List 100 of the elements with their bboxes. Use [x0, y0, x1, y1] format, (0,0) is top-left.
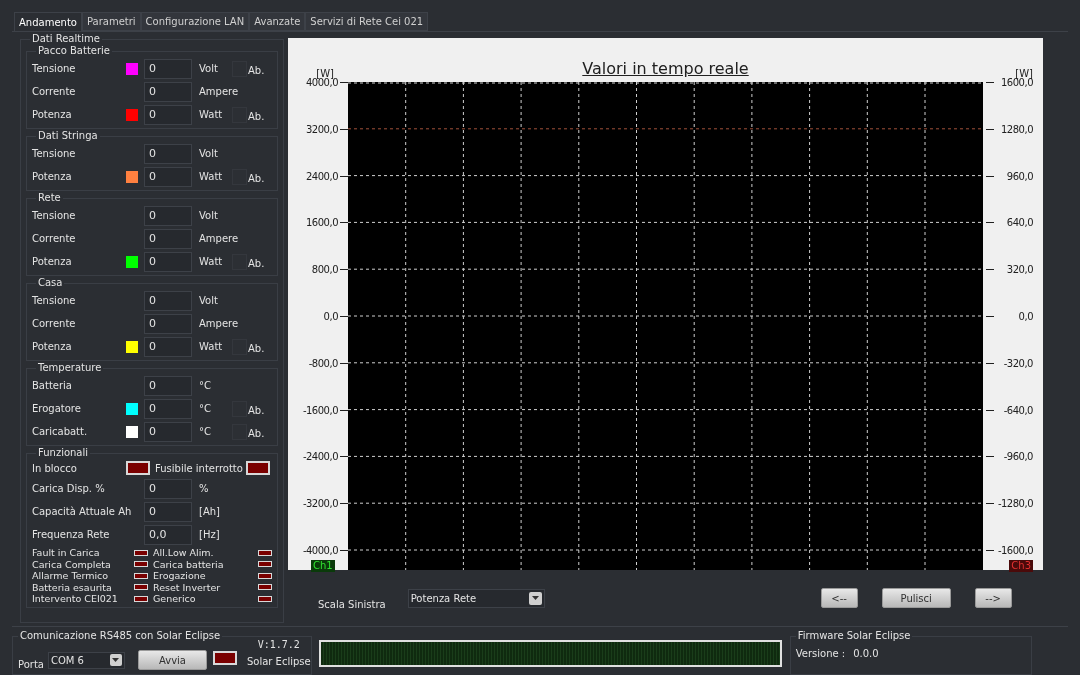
group-title: Firmware Solar Eclipse — [796, 630, 912, 642]
unit-label: °C — [199, 425, 212, 439]
indicator-label: In blocco — [32, 461, 78, 476]
value-field[interactable]: 0 — [144, 501, 192, 522]
tab[interactable]: Avanzate — [249, 12, 306, 31]
indicator-label: Fusibile interrotto — [155, 461, 243, 476]
channel-label: Ch1 — [311, 560, 335, 572]
firmware-label: Versione : — [795, 647, 846, 661]
alarm-label: Intervento CEI021 — [32, 593, 118, 605]
row-label: Potenza — [32, 255, 73, 269]
value-field[interactable]: 0 — [144, 228, 192, 249]
alarm-label: Carica Completa — [32, 558, 111, 570]
alarm-label: Batteria esaurita — [32, 581, 112, 593]
unit-label: % — [199, 482, 209, 496]
row-label: Caricabatt. — [32, 425, 89, 439]
group-title: Dati Realtime — [31, 33, 101, 45]
unit-label: Ampere — [199, 317, 239, 331]
value-field[interactable]: 0 — [144, 104, 192, 125]
value-field[interactable]: 0 — [144, 478, 192, 499]
row-label: Carica Disp. % — [32, 482, 106, 496]
group-title: Temperature — [37, 362, 103, 374]
unit-label: [Hz] — [199, 528, 220, 542]
checkbox-label: Ab. — [248, 110, 265, 124]
unit-label: Volt — [199, 294, 219, 308]
tick-label: -320,0 — [1003, 356, 1033, 371]
checkbox-label: Ab. — [248, 427, 265, 441]
value-field[interactable]: 0 — [144, 421, 192, 442]
row-label: Tensione — [32, 147, 77, 161]
value-field[interactable]: 0 — [144, 313, 192, 334]
chart-title: Valori in tempo reale — [582, 58, 749, 80]
nav-button[interactable]: <-- — [820, 588, 858, 608]
checkbox-label: Ab. — [248, 404, 265, 418]
tab[interactable]: Configurazione LAN — [140, 12, 250, 31]
scale-dropdown[interactable]: Potenza Rete — [407, 588, 545, 608]
tick-label: 0,0 — [1018, 310, 1033, 324]
value-field[interactable]: 0 — [144, 143, 192, 164]
checkbox-label: Ab. — [248, 257, 265, 271]
unit-label: Watt — [199, 108, 224, 122]
value-field[interactable]: 0 — [144, 290, 192, 311]
unit-label: Volt — [199, 209, 219, 223]
group-title: Comunicazione RS485 con Solar Eclipse — [19, 630, 222, 642]
tick-label: 800,0 — [311, 263, 338, 278]
value-field[interactable]: 0 — [144, 166, 192, 187]
row-label: Erogatore — [32, 402, 82, 416]
scale-label: Scala Sinistra — [318, 597, 386, 612]
checkbox-label: Ab. — [248, 64, 265, 78]
row-label: Tensione — [32, 294, 77, 308]
row-label: Corrente — [32, 232, 77, 246]
unit-label: Volt — [199, 147, 219, 161]
tick-label: -960,0 — [1003, 450, 1033, 465]
port-label: Porta — [18, 657, 44, 672]
row-label: Potenza — [32, 108, 73, 122]
value-field[interactable]: 0 — [144, 375, 192, 396]
unit-label: [Ah] — [199, 505, 220, 519]
alarm-label: Generico — [153, 593, 196, 605]
row-label: Corrente — [32, 85, 77, 99]
port-dropdown[interactable]: COM 6 — [47, 651, 125, 669]
row-label: Corrente — [32, 317, 77, 331]
tab[interactable]: Andamento — [14, 12, 82, 31]
tick-label: -1600,0 — [302, 403, 338, 418]
row-label: Frequenza Rete — [32, 528, 111, 542]
tab[interactable]: Parametri — [81, 12, 141, 31]
row-label: Potenza — [32, 340, 73, 354]
alarm-label: Reset Inverter — [153, 581, 221, 593]
value-field[interactable]: 0 — [144, 205, 192, 226]
value-field[interactable]: 0 — [144, 251, 192, 272]
value-field[interactable]: 0 — [144, 81, 192, 102]
version-label: V:1.7.2 — [257, 638, 300, 652]
alarm-label: Carica batteria — [153, 558, 224, 570]
tick-label: 2400,0 — [306, 169, 338, 184]
row-label: Batteria — [32, 379, 73, 393]
unit-label: Watt — [199, 170, 224, 184]
checkbox-label: Ab. — [248, 342, 265, 356]
value-field[interactable]: 0 — [144, 336, 192, 357]
tick-label: -1600,0 — [997, 544, 1033, 558]
nav-button[interactable]: --> — [974, 588, 1012, 608]
checkbox-label: Ab. — [248, 172, 265, 186]
value-field[interactable]: 0 — [144, 58, 192, 79]
unit-label: Watt — [199, 255, 224, 269]
tab[interactable]: Servizi di Rete Cei 021 — [305, 12, 429, 31]
caret-icon — [528, 591, 542, 605]
group-title: Dati Stringa — [37, 130, 99, 142]
tick-label: -3200,0 — [302, 497, 338, 512]
caret-icon — [109, 654, 122, 666]
tick-label: 1600,0 — [306, 216, 338, 231]
tick-label: 3200,0 — [306, 122, 338, 137]
unit-label: Ampere — [199, 232, 239, 246]
alarm-label: All.Low Alim. — [153, 547, 214, 559]
group-title: Pacco Batterie — [37, 45, 112, 57]
channel-label: Ch3 — [1009, 560, 1033, 572]
value-field[interactable]: 0,0 — [144, 524, 192, 545]
unit-label: Watt — [199, 340, 224, 354]
alarm-label: Erogazione — [153, 570, 206, 582]
unit-label: °C — [199, 379, 212, 393]
tick-label: -2400,0 — [302, 450, 338, 465]
axis-unit: [W] — [1015, 67, 1033, 79]
value-field[interactable]: 0 — [144, 398, 192, 419]
start-button[interactable]: Avvia — [137, 650, 207, 670]
nav-button[interactable]: Pulisci — [881, 588, 951, 608]
group-title: Rete — [37, 192, 62, 204]
